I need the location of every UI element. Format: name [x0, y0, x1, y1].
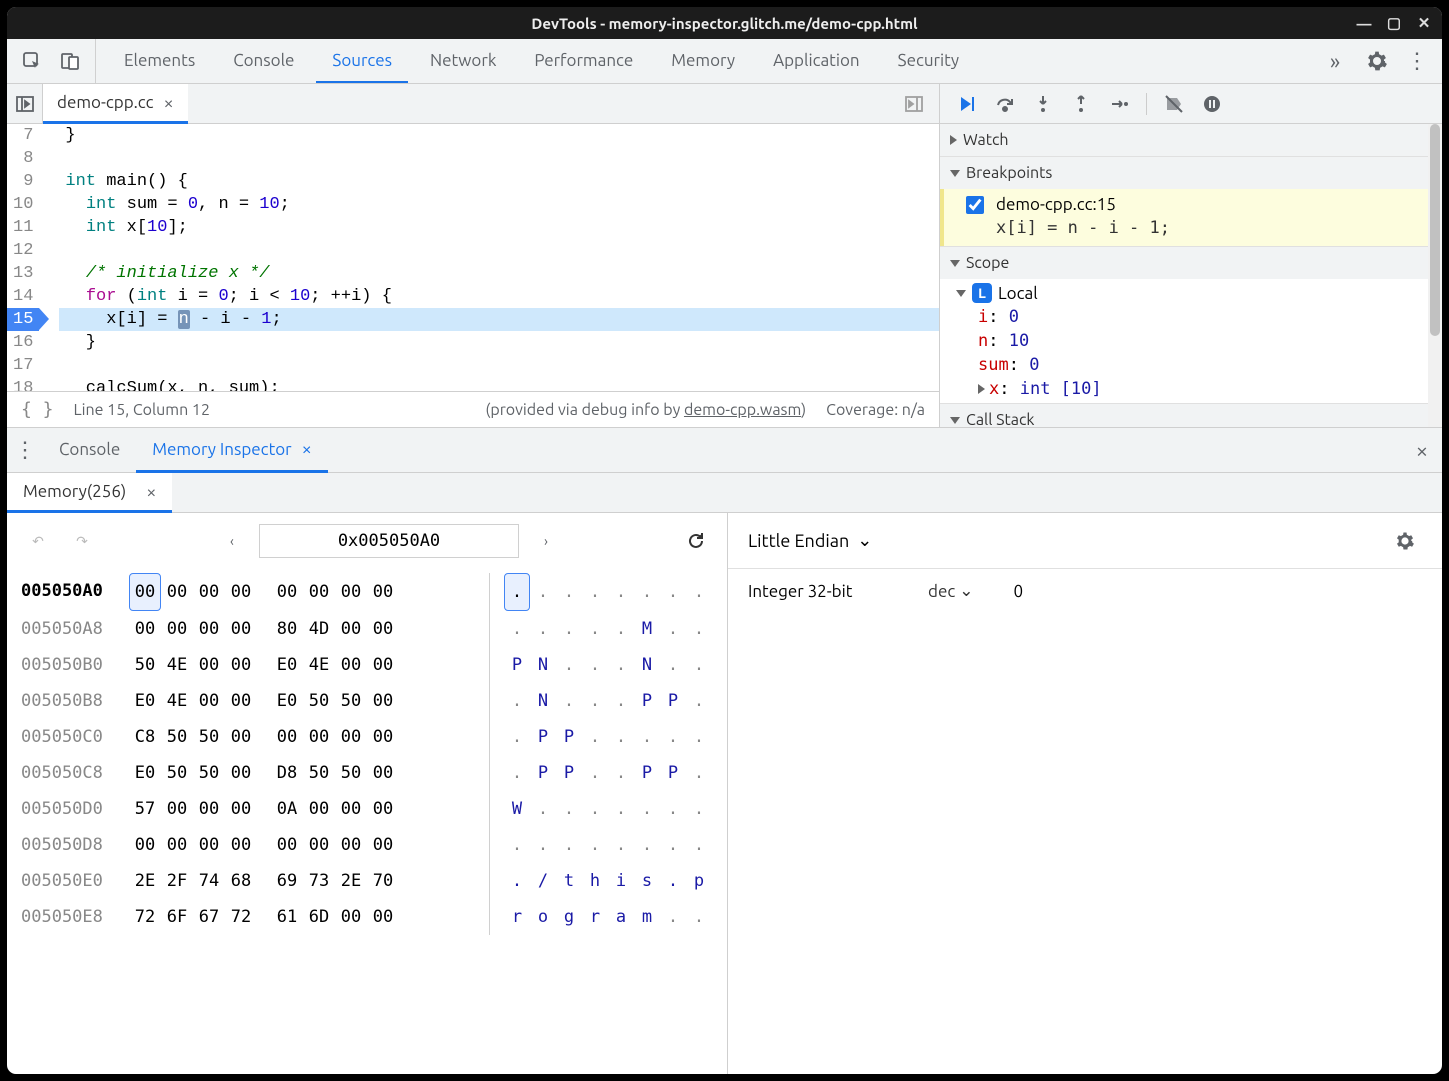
titlebar: DevTools - memory-inspector.glitch.me/de…: [7, 7, 1442, 39]
debugger-toggle-icon[interactable]: [897, 87, 931, 121]
chevron-down-icon: ⌄: [857, 530, 872, 551]
hex-row[interactable]: 005050D0570000000A000000W.......: [21, 791, 713, 827]
breakpoint-item[interactable]: demo-cpp.cc:15 x[i] = n - i - 1;: [940, 189, 1428, 246]
scope-local[interactable]: LLocal: [940, 281, 1428, 305]
tab-memory[interactable]: Memory: [655, 39, 751, 83]
window-title: DevTools - memory-inspector.glitch.me/de…: [531, 15, 917, 32]
pause-exceptions-button[interactable]: [1195, 87, 1229, 121]
close-memory-tab-icon[interactable]: ×: [146, 482, 156, 502]
code-line[interactable]: calcSum(x, n, sum);: [65, 377, 939, 391]
close-drawer-tab-icon[interactable]: ×: [302, 439, 312, 459]
code-line[interactable]: [65, 147, 939, 170]
pretty-print-icon[interactable]: { }: [21, 399, 54, 420]
watch-section[interactable]: Watch: [940, 124, 1428, 156]
drawer-tab-console[interactable]: Console: [43, 428, 136, 473]
hex-row[interactable]: 005050A800000000804D0000.....M..: [21, 611, 713, 647]
hex-row[interactable]: 005050C0C850500000000000.PP.....: [21, 719, 713, 755]
more-tabs-icon[interactable]: »: [1318, 44, 1352, 78]
tab-sources[interactable]: Sources: [316, 39, 408, 83]
next-page-icon[interactable]: ›: [529, 524, 563, 558]
hex-row[interactable]: 005050B8E04E0000E0505000.N...PP.: [21, 683, 713, 719]
undo-icon[interactable]: ↶: [21, 524, 55, 558]
scope-var[interactable]: x: int [10]: [978, 377, 1428, 401]
value-format-select[interactable]: dec ⌄: [928, 581, 973, 601]
debug-source-info: (provided via debug info by demo-cpp.was…: [485, 401, 806, 419]
tab-application[interactable]: Application: [757, 39, 876, 83]
resume-button[interactable]: [950, 87, 984, 121]
scope-var[interactable]: n: 10: [978, 329, 1428, 353]
code-line[interactable]: [65, 354, 939, 377]
redo-icon[interactable]: ↷: [65, 524, 99, 558]
settings-icon[interactable]: [1360, 44, 1394, 78]
cursor-position: Line 15, Column 12: [74, 401, 210, 419]
value-display: 0: [1013, 582, 1023, 601]
coverage-status: Coverage: n/a: [826, 401, 925, 419]
step-out-button[interactable]: [1064, 87, 1098, 121]
prev-page-icon[interactable]: ‹: [215, 524, 249, 558]
code-line[interactable]: int x[10];: [65, 216, 939, 239]
tab-security[interactable]: Security: [882, 39, 975, 83]
code-line[interactable]: for (int i = 0; i < 10; ++i) {: [65, 285, 939, 308]
close-drawer-icon[interactable]: ×: [1402, 428, 1442, 472]
code-line[interactable]: }: [65, 331, 939, 354]
main-toolbar: ElementsConsoleSourcesNetworkPerformance…: [7, 39, 1442, 84]
minimize-icon[interactable]: —: [1356, 15, 1372, 31]
kebab-menu-icon[interactable]: ⋮: [1400, 44, 1434, 78]
code-line[interactable]: x[i] = n - i - 1;: [59, 308, 939, 331]
memory-tab[interactable]: Memory(256) ×: [7, 473, 172, 513]
code-line[interactable]: }: [65, 124, 939, 147]
hex-row[interactable]: 005050E8726F6772616D0000rogram..: [21, 899, 713, 935]
scope-var[interactable]: sum: 0: [978, 353, 1428, 377]
refresh-icon[interactable]: [679, 524, 713, 558]
step-button[interactable]: [1102, 87, 1136, 121]
file-tab-label: demo-cpp.cc: [57, 93, 154, 112]
hex-row[interactable]: 005050B0504E0000E04E0000PN...N..: [21, 647, 713, 683]
file-tab[interactable]: demo-cpp.cc ×: [43, 84, 188, 124]
value-type: Integer 32-bit: [748, 582, 888, 601]
close-file-icon[interactable]: ×: [164, 93, 174, 113]
tab-console[interactable]: Console: [217, 39, 310, 83]
code-line[interactable]: int sum = 0, n = 10;: [65, 193, 939, 216]
inspect-element-icon[interactable]: [15, 44, 49, 78]
scope-section[interactable]: Scope: [940, 247, 1428, 279]
drawer-tab-memory-inspector[interactable]: Memory Inspector ×: [136, 428, 328, 473]
navigator-toggle-icon[interactable]: [8, 87, 42, 121]
hex-row[interactable]: 005050A00000000000000000........: [21, 573, 713, 611]
sidebar-scrollbar[interactable]: [1428, 124, 1442, 427]
callstack-section[interactable]: Call Stack: [940, 404, 1428, 427]
code-line[interactable]: /* initialize x */: [65, 262, 939, 285]
code-line[interactable]: int main() {: [65, 170, 939, 193]
breakpoint-checkbox[interactable]: [966, 196, 984, 214]
hex-row[interactable]: 005050C8E0505000D8505000.PP..PP.: [21, 755, 713, 791]
address-input[interactable]: [259, 524, 519, 558]
value-row: Integer 32-bit dec ⌄ 0: [728, 569, 1442, 613]
tab-network[interactable]: Network: [414, 39, 512, 83]
step-over-button[interactable]: [988, 87, 1022, 121]
deactivate-breakpoints-button[interactable]: [1157, 87, 1191, 121]
tab-elements[interactable]: Elements: [108, 39, 211, 83]
scope-var[interactable]: i: 0: [978, 305, 1428, 329]
hex-row[interactable]: 005050D80000000000000000........: [21, 827, 713, 863]
step-into-button[interactable]: [1026, 87, 1060, 121]
tab-performance[interactable]: Performance: [518, 39, 649, 83]
breakpoints-section[interactable]: Breakpoints: [940, 157, 1428, 189]
device-toolbar-icon[interactable]: [53, 44, 87, 78]
value-settings-icon[interactable]: [1388, 524, 1422, 558]
hex-row[interactable]: 005050E02E2F746869732E70./this.p: [21, 863, 713, 899]
close-window-icon[interactable]: ✕: [1416, 15, 1432, 31]
drawer-kebab-icon[interactable]: ⋮: [8, 433, 42, 467]
chevron-down-icon: ⌄: [959, 581, 973, 601]
wasm-link[interactable]: demo-cpp.wasm: [684, 401, 801, 419]
code-line[interactable]: [65, 239, 939, 262]
maximize-icon[interactable]: ▢: [1386, 15, 1402, 31]
endianness-select[interactable]: Little Endian: [748, 531, 849, 551]
